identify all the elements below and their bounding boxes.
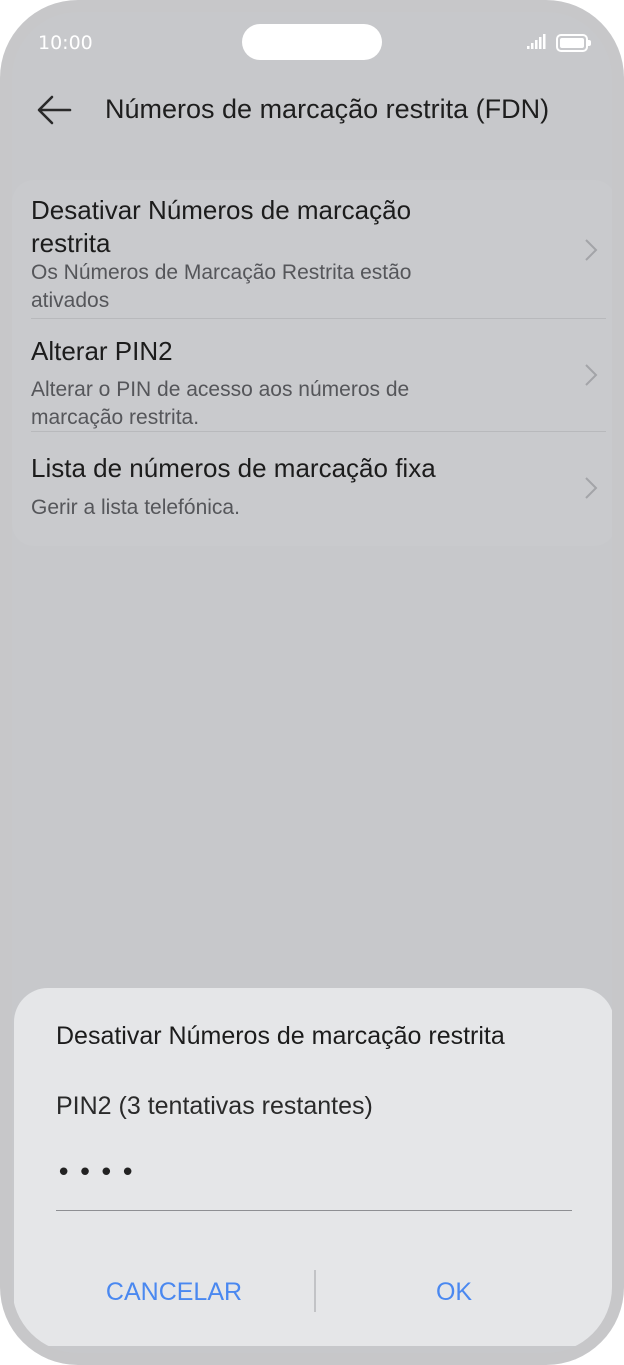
pin-field-label: PIN2 (3 tentativas restantes): [56, 1092, 373, 1120]
screen: 10:00 Números de marcação restrita (FDN)…: [12, 12, 612, 1353]
setting-title-line2: restrita: [31, 228, 111, 258]
pin2-dialog: Desativar Números de marcação restrita P…: [14, 988, 612, 1346]
setting-subtitle: Os Números de Marcação Restrita estão: [31, 261, 412, 284]
status-bar: 10:00: [12, 12, 612, 72]
battery-icon: [556, 34, 591, 52]
setting-subtitle-line2: ativados: [31, 289, 110, 312]
dynamic-island: [242, 24, 382, 60]
chevron-right-icon: [585, 239, 598, 261]
setting-title: Desativar Números de marcação: [31, 195, 412, 225]
pin2-masked-value: ••••: [56, 1158, 142, 1188]
status-time: 10:00: [38, 32, 93, 54]
chevron-right-icon: [585, 364, 598, 386]
setting-fixed-dialing-list[interactable]: Lista de números de marcação fixa Gerir …: [12, 432, 612, 546]
settings-list: Desativar Números de marcação restrita O…: [12, 180, 612, 546]
app-bar: Números de marcação restrita (FDN): [12, 82, 612, 152]
setting-title: Alterar PIN2: [31, 336, 173, 366]
setting-subtitle-line2: marcação restrita.: [31, 406, 200, 429]
page-title: Números de marcação restrita (FDN): [105, 94, 550, 124]
setting-subtitle: Gerir a lista telefónica.: [31, 496, 240, 519]
chevron-right-icon: [585, 477, 598, 499]
signal-icon: [527, 34, 546, 49]
setting-title: Lista de números de marcação fixa: [31, 453, 436, 483]
cancel-button[interactable]: CANCELAR: [34, 1270, 314, 1314]
setting-change-pin2[interactable]: Alterar PIN2 Alterar o PIN de acesso aos…: [12, 319, 612, 431]
ok-button[interactable]: OK: [314, 1270, 594, 1314]
setting-subtitle: Alterar o PIN de acesso aos números de: [31, 378, 410, 401]
phone-frame: 10:00 Números de marcação restrita (FDN)…: [0, 0, 624, 1365]
pin2-input[interactable]: ••••: [56, 1150, 572, 1211]
setting-disable-fdn[interactable]: Desativar Números de marcação restrita O…: [12, 180, 612, 318]
back-arrow-icon[interactable]: [34, 90, 74, 130]
dialog-title: Desativar Números de marcação restrita: [56, 1022, 505, 1050]
